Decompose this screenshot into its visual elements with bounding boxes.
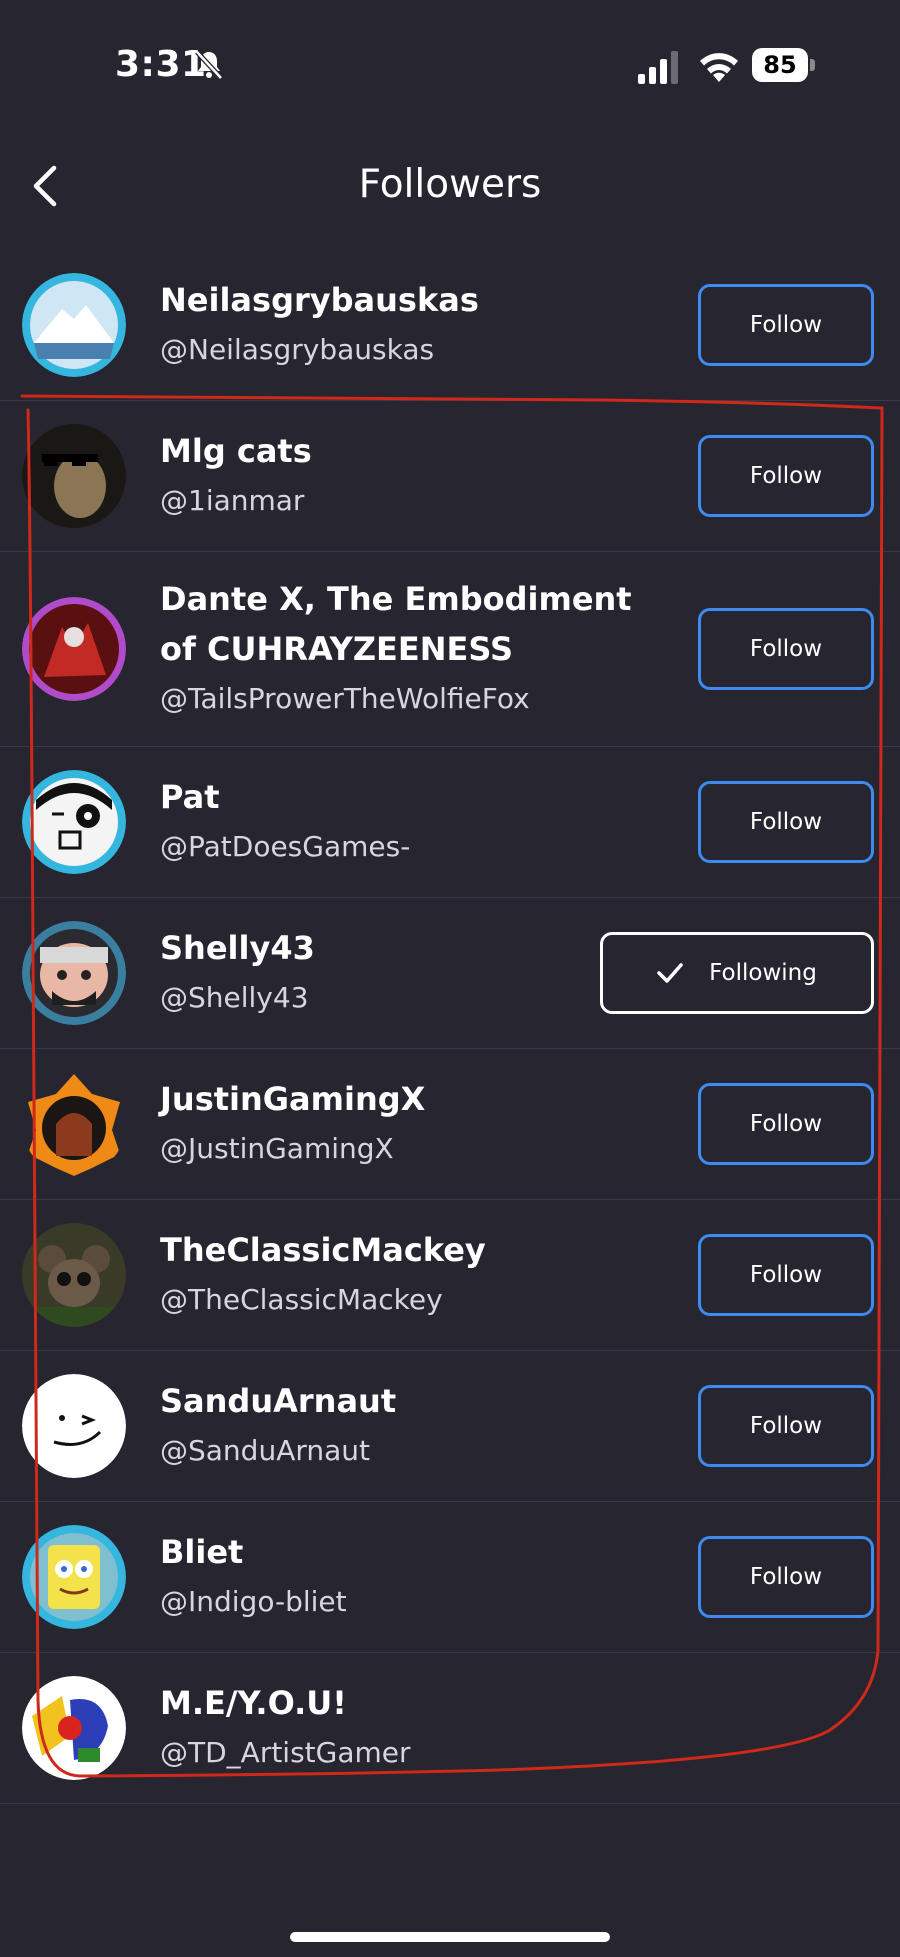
list-item[interactable]: SanduArnaut @SanduArnaut Follow [0,1351,900,1502]
followers-list: Neilasgrybauskas @Neilasgrybauskas Follo… [0,250,900,1804]
wifi-icon [700,53,738,82]
following-button[interactable]: Following [600,932,874,1014]
following-label: Following [709,960,817,986]
display-name: Mlg cats [160,432,312,470]
follow-button[interactable]: Follow [698,1234,874,1316]
follow-button[interactable]: Follow [698,781,874,863]
display-name: Pat [160,778,220,816]
avatar[interactable] [22,1525,126,1629]
username-handle: @1ianmar [160,484,305,517]
list-item[interactable]: M.E/Y.O.U! @TD_ArtistGamer [0,1653,900,1804]
list-item[interactable]: Bliet @Indigo-bliet Follow [0,1502,900,1653]
username-handle: @SanduArnaut [160,1434,370,1467]
follow-button[interactable]: Follow [698,1385,874,1467]
follow-button[interactable]: Follow [698,1536,874,1618]
display-name: JustinGamingX [160,1080,426,1118]
list-item[interactable]: Pat @PatDoesGames- Follow [0,747,900,898]
list-item[interactable]: Shelly43 @Shelly43 Following [0,898,900,1049]
avatar[interactable] [22,424,126,528]
display-name: M.E/Y.O.U! [160,1684,347,1722]
follow-button[interactable]: Follow [698,284,874,366]
avatar[interactable] [22,770,126,874]
list-item[interactable]: TheClassicMackey @TheClassicMackey Follo… [0,1200,900,1351]
follow-button[interactable]: Follow [698,608,874,690]
avatar[interactable] [22,1374,126,1478]
display-name: Bliet [160,1533,244,1571]
battery-icon: 85 [752,48,816,84]
home-indicator[interactable] [290,1932,610,1942]
username-handle: @JustinGamingX [160,1132,394,1165]
page-title: Followers [358,162,542,207]
status-bar: 3:31 85 [0,0,900,130]
list-item[interactable]: Mlg cats @1ianmar Follow [0,401,900,552]
avatar[interactable] [22,597,126,701]
avatar[interactable] [22,921,126,1025]
username-handle: @Neilasgrybauskas [160,333,435,366]
list-item[interactable]: JustinGamingX @JustinGamingX Follow [0,1049,900,1200]
display-name: TheClassicMackey [160,1231,486,1269]
username-handle: @Indigo-bliet [160,1585,347,1618]
avatar[interactable] [22,273,126,377]
username-handle: @TheClassicMackey [160,1283,443,1316]
follow-button[interactable]: Follow [698,1083,874,1165]
username-handle: @PatDoesGames- [160,830,411,863]
username-handle: @TD_ArtistGamer [160,1736,411,1769]
bell-slash-icon [195,50,223,80]
signal-icon [638,51,678,84]
avatar[interactable] [22,1223,126,1327]
display-name: Shelly43 [160,929,315,967]
checkmark-icon [657,963,683,983]
username-handle: @TailsProwerTheWolfieFox [160,682,530,715]
display-name: Neilasgrybauskas [160,281,479,319]
avatar[interactable] [22,1072,126,1176]
battery-level: 85 [752,48,808,82]
username-handle: @Shelly43 [160,981,309,1014]
list-item[interactable]: Dante X, The Embodiment of CUHRAYZEENESS… [0,552,900,747]
avatar[interactable] [22,1676,126,1780]
list-item[interactable]: Neilasgrybauskas @Neilasgrybauskas Follo… [0,250,900,401]
display-name: Dante X, The Embodiment of CUHRAYZEENESS [160,580,632,668]
follow-button[interactable]: Follow [698,435,874,517]
display-name: SanduArnaut [160,1382,397,1420]
